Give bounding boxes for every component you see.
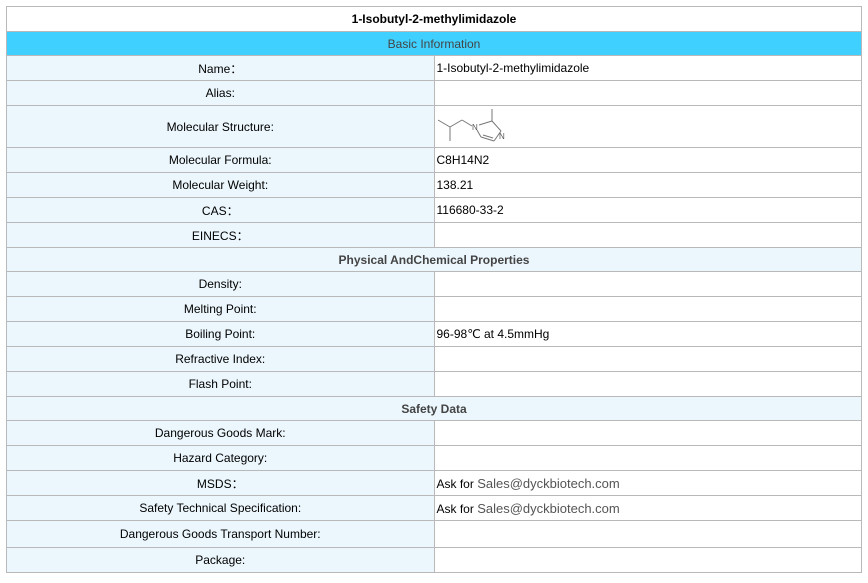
row-dangerous-goods-mark: Dangerous Goods Mark: xyxy=(6,420,862,446)
label-hazard-category: Hazard Category: xyxy=(6,445,435,471)
row-package: Package: xyxy=(6,547,862,573)
label-density: Density: xyxy=(6,271,435,297)
value-density xyxy=(433,271,862,297)
value-refractive-index xyxy=(433,346,862,372)
label-safety-tech-spec: Safety Technical Specification: xyxy=(6,495,435,521)
row-structure: Molecular Structure: N N xyxy=(6,105,862,148)
label-einecs: EINECS： xyxy=(6,222,435,248)
section-header-physical: Physical AndChemical Properties xyxy=(6,247,862,272)
value-package xyxy=(433,547,862,573)
row-melting-point: Melting Point: xyxy=(6,296,862,322)
label-melting-point: Melting Point: xyxy=(6,296,435,322)
row-formula: Molecular Formula: C8H14N2 xyxy=(6,147,862,173)
section-title-safety: Safety Data xyxy=(6,396,862,421)
value-melting-point xyxy=(433,296,862,322)
label-flash-point: Flash Point: xyxy=(6,371,435,397)
value-weight: 138.21 xyxy=(433,172,862,198)
tech-spec-email-link[interactable]: Sales@dyckbiotech.com xyxy=(477,501,620,516)
label-package: Package: xyxy=(6,547,435,573)
msds-prefix: Ask for xyxy=(436,476,478,491)
row-hazard-category: Hazard Category: xyxy=(6,445,862,471)
row-flash-point: Flash Point: xyxy=(6,371,862,397)
value-dangerous-goods-mark xyxy=(433,420,862,446)
molecular-structure-image: N N xyxy=(437,108,505,141)
label-transport-number: Dangerous Goods Transport Number: xyxy=(6,520,435,548)
section-header-safety: Safety Data xyxy=(6,396,862,421)
structure-atom-n1: N xyxy=(472,123,478,132)
label-cas: CAS： xyxy=(6,197,435,223)
value-flash-point xyxy=(433,371,862,397)
value-formula: C8H14N2 xyxy=(433,147,862,173)
label-boiling-point: Boiling Point: xyxy=(6,321,435,347)
value-alias xyxy=(433,80,862,106)
section-title-physical: Physical AndChemical Properties xyxy=(6,247,862,272)
section-header-basic: Basic Information xyxy=(6,31,862,56)
label-name: Name： xyxy=(6,55,435,81)
value-structure: N N xyxy=(433,105,862,148)
row-refractive-index: Refractive Index: xyxy=(6,346,862,372)
title-row: 1-Isobutyl-2-methylimidazole xyxy=(6,6,862,32)
row-weight: Molecular Weight: 138.21 xyxy=(6,172,862,198)
msds-email-link[interactable]: Sales@dyckbiotech.com xyxy=(477,476,620,491)
value-einecs xyxy=(433,222,862,248)
row-cas: CAS： 116680-33-2 xyxy=(6,197,862,223)
value-name: 1-Isobutyl-2-methylimidazole xyxy=(433,55,862,81)
label-refractive-index: Refractive Index: xyxy=(6,346,435,372)
row-safety-tech-spec: Safety Technical Specification: Ask for … xyxy=(6,495,862,521)
label-alias: Alias: xyxy=(6,80,435,106)
row-density: Density: xyxy=(6,271,862,297)
structure-atom-n3: N xyxy=(499,132,505,141)
value-safety-tech-spec: Ask for Sales@dyckbiotech.com xyxy=(433,495,862,521)
label-weight: Molecular Weight: xyxy=(6,172,435,198)
label-msds: MSDS： xyxy=(6,470,435,496)
label-dangerous-goods-mark: Dangerous Goods Mark: xyxy=(6,420,435,446)
value-cas: 116680-33-2 xyxy=(433,197,862,223)
row-name: Name： 1-Isobutyl-2-methylimidazole xyxy=(6,55,862,81)
tech-spec-prefix: Ask for xyxy=(436,501,478,516)
value-hazard-category xyxy=(433,445,862,471)
label-structure: Molecular Structure: xyxy=(6,105,435,148)
row-alias: Alias: xyxy=(6,80,862,106)
page-title: 1-Isobutyl-2-methylimidazole xyxy=(6,6,862,32)
product-info-table: 1-Isobutyl-2-methylimidazole Basic Infor… xyxy=(6,6,862,573)
value-msds: Ask for Sales@dyckbiotech.com xyxy=(433,470,862,496)
row-einecs: EINECS： xyxy=(6,222,862,248)
row-transport-number: Dangerous Goods Transport Number: xyxy=(6,520,862,548)
row-msds: MSDS： Ask for Sales@dyckbiotech.com xyxy=(6,470,862,496)
section-title-basic: Basic Information xyxy=(6,31,862,56)
value-boiling-point: 96-98℃ at 4.5mmHg xyxy=(433,321,862,347)
label-transport-number-text: Dangerous Goods Transport Number: xyxy=(119,527,321,541)
label-formula: Molecular Formula: xyxy=(6,147,435,173)
row-boiling-point: Boiling Point: 96-98℃ at 4.5mmHg xyxy=(6,321,862,347)
value-transport-number xyxy=(433,520,862,548)
